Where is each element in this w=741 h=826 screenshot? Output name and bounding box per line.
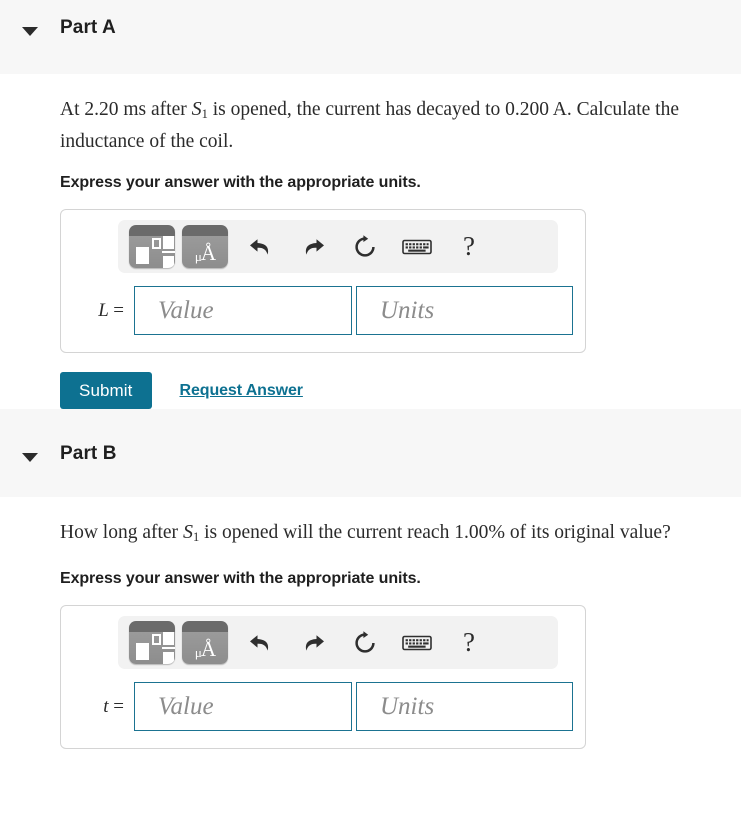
express-instruction-a: Express your answer with the appropriate…	[60, 174, 421, 191]
template-shape-left	[136, 643, 149, 660]
question-mark-icon[interactable]: ?	[443, 629, 495, 656]
math-toolbar-a: μÅ ?	[118, 220, 558, 273]
part-body-a: At 2.20 ms after S1 is opened, the curre…	[0, 74, 741, 409]
question-seg-pre: How long after	[60, 522, 183, 543]
question-unit-ms: ms	[123, 99, 147, 120]
value-input-a[interactable]: Value	[134, 286, 352, 335]
template-shape-numerator	[163, 236, 174, 249]
template-shape-left	[136, 247, 149, 264]
reset-circular-arrow-icon[interactable]	[339, 234, 391, 260]
question-seg-post: is opened will the current reach 1.00	[199, 522, 489, 543]
chevron-down-icon[interactable]	[21, 21, 39, 39]
value-input-b[interactable]: Value	[134, 682, 352, 731]
answer-input-row-a: L = Value Units	[61, 286, 585, 335]
math-template-icon[interactable]	[129, 225, 175, 268]
request-answer-link[interactable]: Request Answer	[180, 382, 303, 400]
express-instruction-b: Express your answer with the appropriate…	[60, 570, 421, 587]
question-text-a: At 2.20 ms after S1 is opened, the curre…	[60, 74, 741, 155]
undo-arrow-icon[interactable]	[235, 235, 287, 259]
units-input-a[interactable]: Units	[356, 286, 573, 335]
units-placeholder: Units	[380, 296, 435, 324]
part-header-b[interactable]: Part B	[0, 409, 741, 497]
redo-arrow-icon[interactable]	[287, 631, 339, 655]
template-shape-box	[152, 238, 161, 249]
question-seg-pre: At 2.20	[60, 99, 124, 120]
question-mark-icon[interactable]: ?	[443, 233, 495, 260]
units-micro-angstrom-icon[interactable]: μÅ	[182, 225, 228, 268]
units-glyph-angstrom: Å	[200, 241, 216, 265]
part-body-b: How long after S1 is opened will the cur…	[0, 497, 741, 749]
variable-label-a: L =	[80, 300, 134, 322]
question-unit-percent: %	[488, 521, 506, 543]
keyboard-icon[interactable]	[391, 633, 443, 653]
units-glyph: μÅ	[182, 241, 228, 268]
question-seg-tail: of its original value?	[505, 522, 671, 543]
question-seg-mid: after	[146, 99, 192, 120]
answer-input-row-b: t = Value Units	[61, 682, 585, 731]
value-placeholder: Value	[158, 692, 214, 720]
template-shape-bar	[162, 251, 175, 253]
chevron-down-icon[interactable]	[21, 447, 39, 465]
question-variable-s1: S1	[182, 521, 199, 544]
keyboard-icon[interactable]	[391, 237, 443, 257]
math-toolbar-b: μÅ ?	[118, 616, 558, 669]
variable-label-b: t =	[80, 696, 134, 718]
value-placeholder: Value	[158, 296, 214, 324]
template-shape-numerator	[163, 632, 174, 645]
units-micro-angstrom-icon[interactable]: μÅ	[182, 621, 228, 664]
answer-panel-b: μÅ ? t = Value Units	[60, 605, 586, 749]
equals-sign: =	[113, 299, 124, 321]
template-shape-denominator	[163, 652, 174, 664]
part-title-b: Part B	[60, 443, 117, 464]
question-variable-s1: S1	[191, 98, 208, 121]
part-title-a: Part A	[60, 17, 116, 38]
redo-arrow-icon[interactable]	[287, 235, 339, 259]
question-unit-ampere: A	[552, 99, 567, 120]
math-template-icon[interactable]	[129, 621, 175, 664]
action-row-a: Submit Request Answer	[60, 372, 741, 409]
units-glyph-angstrom: Å	[200, 637, 216, 661]
part-header-a[interactable]: Part A	[0, 0, 741, 74]
answer-panel-a: μÅ ? L = Value Units	[60, 209, 586, 353]
template-shape-box	[152, 634, 161, 645]
variable-symbol: L	[98, 299, 109, 321]
reset-circular-arrow-icon[interactable]	[339, 630, 391, 656]
submit-button[interactable]: Submit	[60, 372, 152, 409]
units-glyph: μÅ	[182, 637, 228, 664]
units-placeholder: Units	[380, 692, 435, 720]
units-input-b[interactable]: Units	[356, 682, 573, 731]
question-seg-post: is opened, the current has decayed to 0.…	[207, 99, 553, 120]
equals-sign: =	[113, 695, 124, 717]
template-shape-denominator	[163, 256, 174, 268]
variable-symbol: t	[103, 695, 109, 717]
variable-letter: S	[182, 521, 193, 543]
question-text-b: How long after S1 is opened will the cur…	[60, 497, 741, 551]
template-shape-bar	[162, 647, 175, 649]
undo-arrow-icon[interactable]	[235, 631, 287, 655]
variable-letter: S	[191, 98, 202, 120]
